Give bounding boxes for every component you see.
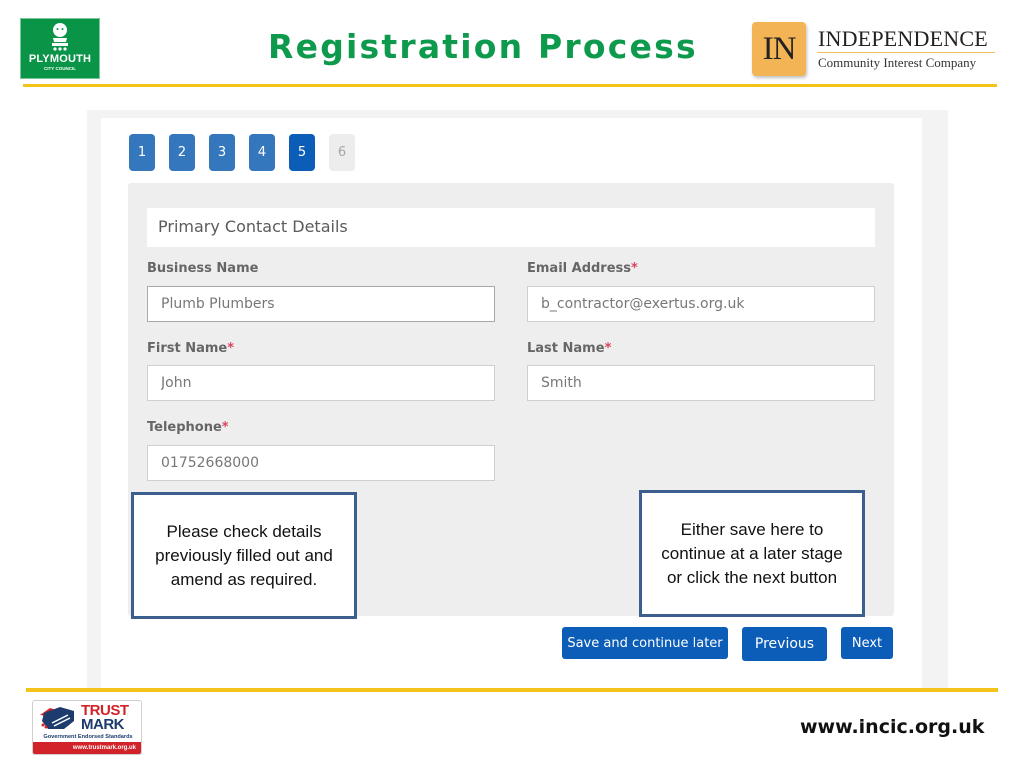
business-name-label-text: Business Name <box>147 261 259 276</box>
independence-logo-subtitle: Community Interest Company <box>818 55 977 70</box>
required-marker: * <box>631 261 638 276</box>
email-input[interactable] <box>527 286 875 322</box>
callout-check-details: Please check details previously filled o… <box>131 492 357 619</box>
telephone-label: Telephone* <box>147 420 229 435</box>
step-1-button[interactable]: 1 <box>129 134 155 171</box>
step-6-button: 6 <box>329 134 355 171</box>
footer-divider <box>26 688 998 692</box>
plymouth-logo-subtitle: CITY COUNCIL <box>44 66 76 71</box>
lion-crest-icon <box>52 23 68 51</box>
first-name-label-text: First Name <box>147 341 228 356</box>
slide-title: Registration Process <box>268 27 698 66</box>
step-indicator: 1 2 3 4 5 6 <box>129 134 355 171</box>
trustmark-url: www.trustmark.org.uk <box>33 742 141 754</box>
last-name-input[interactable] <box>527 365 875 401</box>
business-name-input[interactable] <box>147 286 495 322</box>
first-name-label: First Name* <box>147 341 234 356</box>
independence-logo-divider <box>817 52 995 53</box>
required-marker: * <box>604 341 612 356</box>
email-label-text: Email Address <box>527 261 632 276</box>
telephone-input[interactable] <box>147 445 495 481</box>
step-3-button[interactable]: 3 <box>209 134 235 171</box>
independence-logo-mark: IN <box>752 22 806 76</box>
callout-save-or-next-text: Either save here to continue at a later … <box>661 519 843 587</box>
callout-save-or-next: Either save here to continue at a later … <box>639 490 865 617</box>
independence-logo-name: INDEPENDENCE <box>818 26 988 51</box>
step-2-button[interactable]: 2 <box>169 134 195 171</box>
footer-website-url: www.incic.org.uk <box>800 716 985 738</box>
trustmark-logo: TRUST MARK Government Endorsed Standards… <box>32 700 142 755</box>
first-name-input[interactable] <box>147 365 495 401</box>
callout-check-details-text: Please check details previously filled o… <box>155 521 333 589</box>
handshake-icon <box>40 707 74 729</box>
plymouth-logo-name: PLYMOUTH <box>28 53 92 65</box>
step-4-button[interactable]: 4 <box>249 134 275 171</box>
last-name-label: Last Name* <box>527 341 611 356</box>
required-marker: * <box>221 420 229 435</box>
trustmark-word-mark: MARK <box>81 716 125 733</box>
step-5-button[interactable]: 5 <box>289 134 315 171</box>
next-button[interactable]: Next <box>841 627 893 659</box>
trustmark-tagline: Government Endorsed Standards <box>43 734 133 740</box>
last-name-label-text: Last Name <box>527 341 605 356</box>
section-title: Primary Contact Details <box>147 208 875 247</box>
header-divider <box>23 84 997 87</box>
save-and-continue-later-button[interactable]: Save and continue later <box>562 627 728 659</box>
plymouth-city-council-logo: PLYMOUTH CITY COUNCIL <box>20 18 100 79</box>
required-marker: * <box>227 341 235 356</box>
previous-button[interactable]: Previous <box>742 627 827 661</box>
business-name-label: Business Name <box>147 261 258 276</box>
telephone-label-text: Telephone <box>147 420 222 435</box>
email-label: Email Address* <box>527 261 638 276</box>
